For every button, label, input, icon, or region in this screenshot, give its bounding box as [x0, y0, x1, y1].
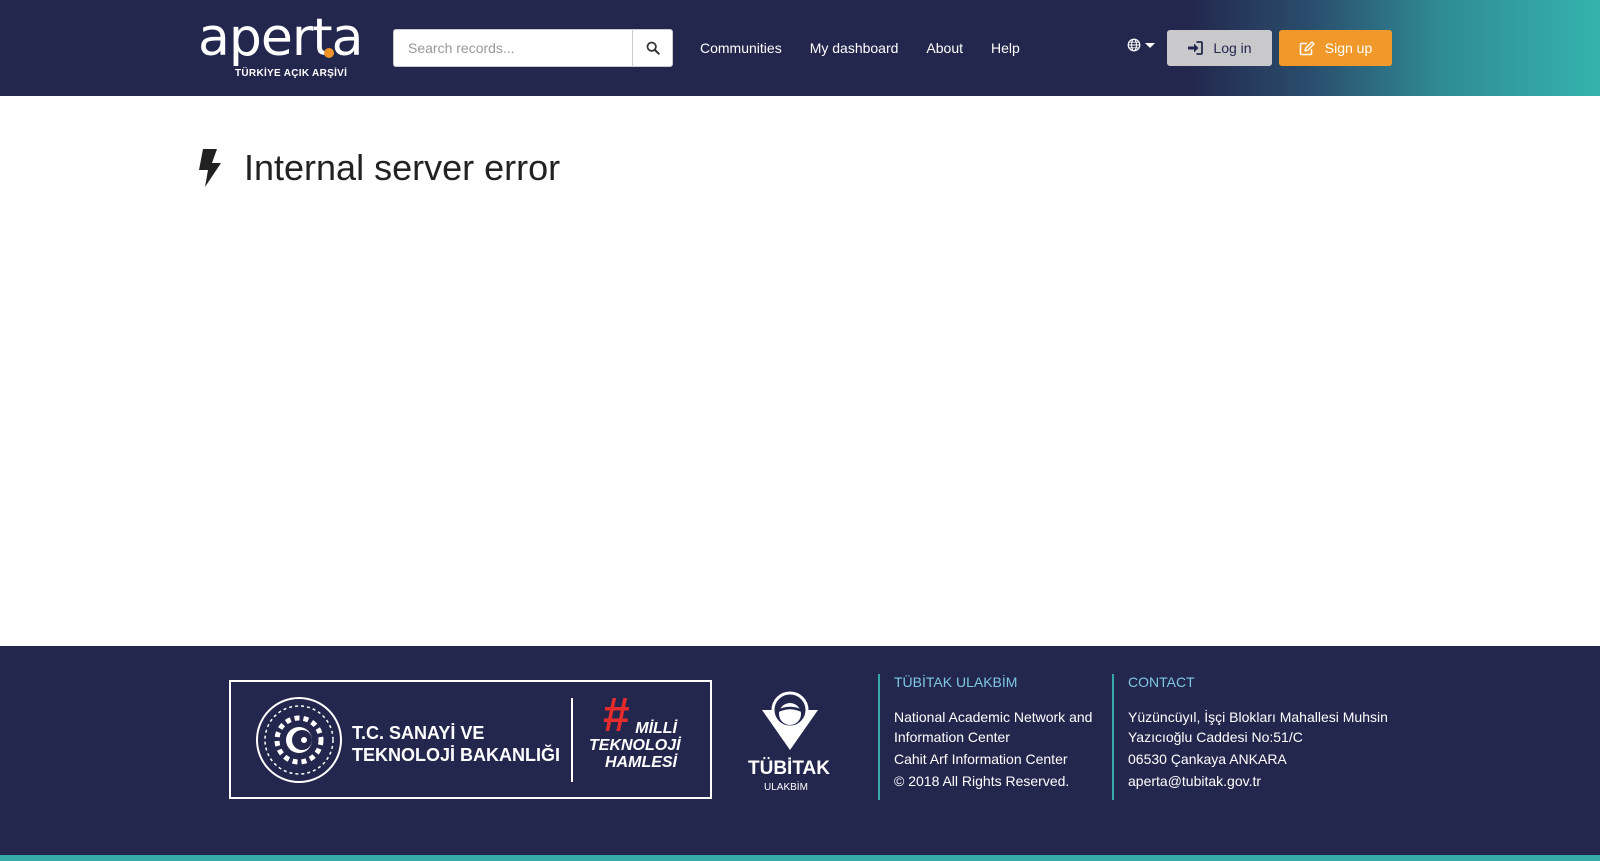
search-form [393, 29, 673, 67]
main-nav: Communities My dashboard About Help [700, 38, 1020, 58]
footer-column-title: CONTACT [1128, 674, 1195, 690]
edit-icon [1299, 40, 1315, 55]
ministry-name: T.C. SANAYİ VE TEKNOLOJİ BAKANLIĞI [352, 722, 560, 766]
search-icon [646, 41, 660, 55]
milli-line-1: MİLLİ [635, 720, 677, 737]
tubitak-subtitle: ULAKBİM [764, 782, 808, 793]
login-label: Log in [1213, 40, 1252, 56]
chevron-down-icon [1145, 42, 1155, 48]
ministry-banner[interactable]: T.C. SANAYİ VE TEKNOLOJİ BAKANLIĞI # MİL… [229, 680, 712, 799]
language-selector[interactable] [1127, 38, 1155, 52]
nav-about[interactable]: About [926, 38, 963, 58]
error-heading: Internal server error [198, 144, 560, 192]
login-button[interactable]: Log in [1167, 30, 1272, 66]
contact-address: Yüzüncüyıl, İşçi Blokları Mahallesi Muhs… [1128, 709, 1388, 745]
contact-city: 06530 Çankaya ANKARA [1128, 751, 1287, 767]
sign-in-icon [1188, 41, 1204, 55]
copyright-text: © 2018 All Rights Reserved. [894, 773, 1070, 789]
footer-contact-column: CONTACT Yüzüncüyıl, İşçi Blokları Mahall… [1112, 674, 1402, 800]
ministry-line-2: TEKNOLOJİ BAKANLIĞI [352, 745, 561, 765]
footer-column-title: TÜBİTAK ULAKBİM [894, 674, 1018, 690]
logo-wordmark: aperta [198, 8, 363, 68]
ministry-divider [571, 698, 573, 782]
milli-teknoloji-hamlesi: MİLLİ TEKNOLOJİ HAMLESİ [589, 720, 681, 771]
globe-icon [1127, 38, 1141, 52]
milli-line-2: TEKNOLOJİ [589, 737, 681, 754]
tubitak-emblem-icon [762, 691, 818, 750]
nav-help[interactable]: Help [991, 38, 1020, 58]
aperta-logo[interactable]: aperta TÜRKİYE AÇIK ARŞİVİ [198, 8, 363, 80]
contact-email-link[interactable]: aperta@tubitak.gov.tr [1128, 771, 1402, 791]
nav-my-dashboard[interactable]: My dashboard [810, 38, 899, 58]
logo-dot [324, 48, 334, 58]
footer-ulakbim-column: TÜBİTAK ULAKBİM National Academic Networ… [878, 674, 1104, 800]
top-navbar: aperta TÜRKİYE AÇIK ARŞİVİ Communities M… [0, 0, 1600, 96]
milli-line-3: HAMLESİ [605, 754, 677, 771]
logo-subtitle: TÜRKİYE AÇIK ARŞİVİ [235, 68, 348, 79]
tubitak-name: TÜBİTAK [748, 758, 830, 779]
signup-label: Sign up [1324, 40, 1373, 56]
footer-line: Cahit Arf Information Center [894, 751, 1068, 767]
footer-accent-strip [0, 855, 1600, 861]
footer-line: National Academic Network and Informatio… [894, 709, 1093, 745]
ministry-emblem-icon [256, 697, 342, 783]
search-button[interactable] [632, 29, 673, 67]
bolt-icon [199, 149, 221, 187]
signup-button[interactable]: Sign up [1279, 30, 1392, 66]
search-input[interactable] [393, 29, 633, 67]
page-title: Internal server error [244, 147, 561, 188]
nav-communities[interactable]: Communities [700, 38, 782, 58]
ministry-line-1: T.C. SANAYİ VE [352, 723, 485, 743]
